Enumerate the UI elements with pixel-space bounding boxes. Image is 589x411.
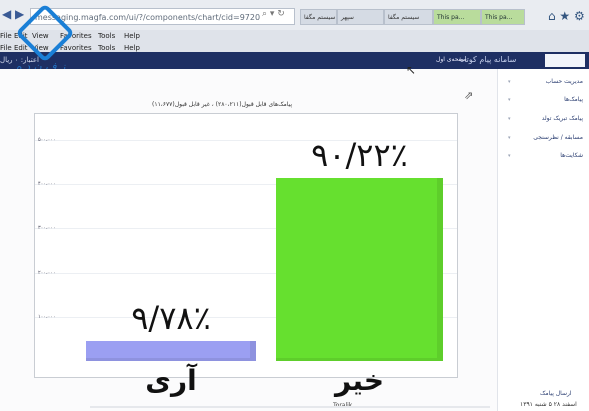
bar-value-label: ۹۰/۲۲٪ — [311, 136, 408, 174]
menu-bar: File Edit View Favorites Tools Help — [0, 30, 589, 44]
back-forward-icon[interactable]: ◀ ▶ — [2, 7, 24, 21]
sidebar-item-3[interactable]: مسابقه / نظرسنجی — [533, 134, 583, 141]
sidebar-expand-icon[interactable]: ▾ — [508, 97, 511, 103]
menu-file[interactable]: File — [0, 32, 12, 40]
sidebar-expand-icon[interactable]: ▾ — [508, 153, 511, 159]
browser-tab-0[interactable]: سیستم مگفا — [300, 9, 337, 25]
chart-title: پیامک‌های قابل قبول(۲۸۰،۲۱۱) ، غیر قابل … — [152, 101, 293, 108]
browser-tab-2[interactable]: سیستم مگفا — [384, 9, 433, 25]
menu2-file[interactable]: File — [0, 44, 12, 52]
menu2-favorites[interactable]: Favorites — [60, 44, 92, 52]
sidebar-item-2[interactable]: پیامک تبریک تولد — [542, 115, 583, 122]
home-star-gear-icons[interactable]: ⌂ ★ ⚙ — [548, 9, 585, 23]
sidebar-footer-label[interactable]: ارسال پیامک — [540, 390, 572, 397]
menu-bar-secondary: File Edit View Favorites Tools Help — [0, 44, 589, 52]
share-icon[interactable]: ⇗ — [464, 89, 473, 102]
bar-1[interactable] — [276, 178, 443, 361]
sidebar-item-1[interactable]: پیامک‌ها — [564, 96, 583, 103]
refresh-icon[interactable]: ⌕ ▾ ↻ — [262, 9, 285, 19]
sidebar-item-0[interactable]: مدیریت حساب — [546, 78, 583, 85]
sidebar-expand-icon[interactable]: ▾ — [508, 79, 511, 85]
bottom-scroll-strip — [90, 406, 490, 408]
y-tick-label: ۵۰۰،۰۰۰ — [38, 137, 56, 143]
browser-tab-3[interactable]: This pa... — [433, 9, 481, 25]
menu-tools[interactable]: Tools — [98, 32, 115, 40]
bar-0[interactable] — [86, 341, 256, 361]
sidebar-item-4[interactable]: شکایت‌ها — [560, 152, 583, 159]
date-text: ۱۳۹۱ اسفند ۲۸ ۵ شنبه — [520, 401, 577, 408]
category-label: خیر — [334, 364, 385, 397]
y-tick-label: ۲۰۰،۰۰۰ — [38, 269, 56, 276]
browser-tab-1[interactable]: سپهر — [337, 9, 384, 25]
y-tick-label: ۴۰۰،۰۰۰ — [38, 181, 56, 188]
menu2-edit[interactable]: Edit — [14, 44, 28, 52]
y-tick-label: ۳۰۰،۰۰۰ — [38, 225, 56, 232]
mouse-cursor-icon: ↖ — [406, 63, 417, 77]
sidebar-expand-icon[interactable]: ▾ — [508, 116, 511, 122]
app-title: سامانه پیام کوتاه — [460, 55, 517, 64]
menu-help[interactable]: Help — [124, 32, 140, 40]
bar-value-label: ۹/۷۸٪ — [131, 299, 211, 338]
y-tick-label: ۱۰۰،۰۰۰ — [38, 313, 56, 320]
category-label: آری — [145, 364, 197, 397]
address-bar[interactable]: messaging.magfa.com/ui/?/components/char… — [30, 8, 295, 25]
sidebar-expand-icon[interactable]: ▾ — [508, 135, 511, 141]
address-row: ◀ ▶ messaging.magfa.com/ui/?/components/… — [0, 0, 589, 30]
menu2-tools[interactable]: Tools — [98, 44, 115, 52]
app-header: اعتبار: ۰ ریال صفحه‌ی اول سامانه پیام کو… — [0, 52, 589, 69]
app-logo — [545, 54, 585, 67]
menu2-help[interactable]: Help — [124, 44, 140, 52]
browser-tab-4[interactable]: This pa... — [481, 9, 525, 25]
